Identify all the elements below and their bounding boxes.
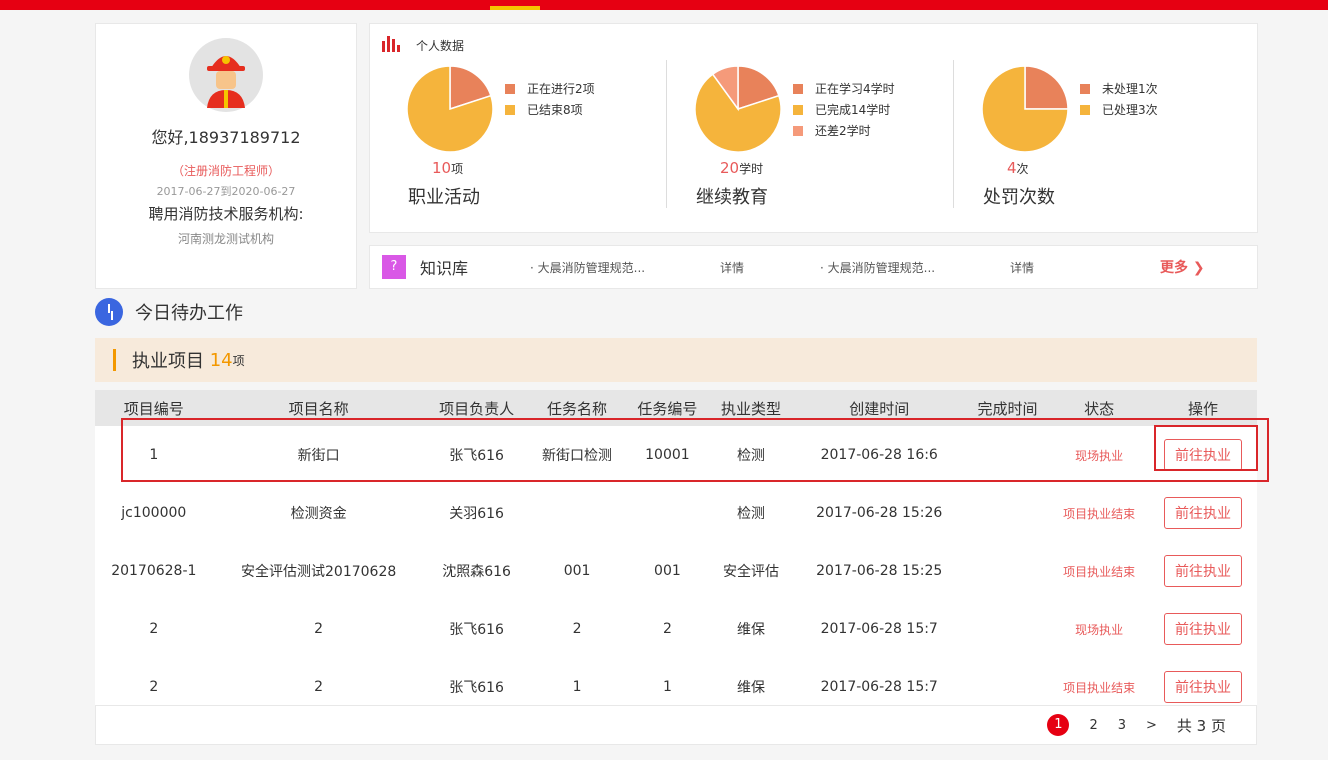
kb-detail-link[interactable]: 详情 <box>1010 259 1160 276</box>
table-cell: jc100000 <box>121 505 187 521</box>
go-practice-button[interactable]: 前往执业 <box>1164 671 1243 703</box>
table-cell: 2 <box>662 621 672 637</box>
table-cell <box>966 484 1050 542</box>
table-cell: 安全评估 <box>723 564 779 580</box>
page-2[interactable]: 2 <box>1089 718 1097 733</box>
page-total: 共 3 页 <box>1176 716 1226 735</box>
stat-total: 20学时 <box>720 159 764 177</box>
pie-chart <box>981 65 1069 153</box>
stat-label: 处罚次数 <box>983 187 1055 208</box>
table-cell: 沈照森616 <box>442 564 511 580</box>
question-icon: ? <box>382 255 406 279</box>
org-label: 聘用消防技术服务机构: <box>148 205 304 223</box>
knowledge-base-bar: ? 知识库 · 大晨消防管理规范... 详情 · 大晨消防管理规范... 详情 … <box>369 245 1258 289</box>
table-row: jc100000 检测资金 关羽616 检测 2017-06-28 15:26 项目执业结… <box>95 484 1257 542</box>
stat-label: 职业活动 <box>408 187 480 208</box>
go-practice-button[interactable]: 前往执业 <box>1164 613 1243 645</box>
legend-item: 已完成14学时 <box>793 100 895 121</box>
project-unit: 项 <box>232 353 245 368</box>
stat-label: 继续教育 <box>696 187 768 208</box>
legend-item: 已结束8项 <box>505 100 595 121</box>
legend-item: 正在进行2项 <box>505 79 595 100</box>
table-cell: 2017-06-28 15:25 <box>816 563 943 579</box>
legend-item: 已处理3次 <box>1080 100 1158 121</box>
table-cell: 检测资金 <box>290 506 347 522</box>
active-nav-indicator <box>490 6 540 10</box>
table-cell: 2017-06-28 15:26 <box>816 505 943 521</box>
todo-title: 今日待办工作 <box>135 303 243 324</box>
go-practice-button[interactable]: 前往执业 <box>1164 497 1243 529</box>
stat-total: 10项 <box>432 159 464 177</box>
pagination: 1 2 3 > 共 3 页 <box>95 705 1257 745</box>
status-text: 项目执业结束 <box>1063 564 1136 579</box>
alarm-clock-icon <box>95 298 123 326</box>
table-row: 20170628-1 安全评估测试20170628 沈照森616 001 001 安全评估… <box>95 542 1257 600</box>
validity-period: 2017-06-27到2020-06-27 <box>156 185 296 198</box>
table-cell: 001 <box>654 563 681 579</box>
kb-detail-link[interactable]: 详情 <box>720 259 820 276</box>
personal-stats-card: 个人数据 正在进行2项 已结束8项 10项 职业活动 正在学习4学时 已完成14学时… <box>369 23 1258 233</box>
table-cell: 维保 <box>737 622 765 638</box>
highlight-button-frame <box>1154 425 1258 471</box>
status-text: 现场执业 <box>1075 622 1124 637</box>
status-text: 项目执业结束 <box>1063 506 1136 521</box>
table-cell <box>966 542 1050 600</box>
project-section-header: 执业项目 14 项 <box>95 338 1257 382</box>
table-cell: 20170628-1 <box>111 563 197 579</box>
table-cell: 张飞616 <box>449 622 504 638</box>
table-cell: 2 <box>572 621 582 637</box>
top-bar <box>0 0 1328 10</box>
highlight-row-frame <box>121 418 1269 482</box>
stat-section: 未处理1次 已处理3次 4次 处罚次数 <box>945 59 1225 234</box>
org-name: 河南测龙测试机构 <box>177 232 274 246</box>
pie-chart <box>406 65 494 153</box>
table-cell: 检测 <box>737 506 765 522</box>
table-cell: 2 <box>149 621 159 637</box>
todo-header: 今日待办工作 <box>95 298 243 326</box>
more-link[interactable]: 更多 ❯ <box>1160 257 1205 277</box>
table-cell: 001 <box>563 563 591 579</box>
stat-section: 正在进行2项 已结束8项 10项 职业活动 <box>370 59 650 234</box>
legend-item: 还差2学时 <box>793 121 895 142</box>
table-cell: 安全评估测试20170628 <box>241 564 397 580</box>
stat-section: 正在学习4学时 已完成14学时 还差2学时 20学时 继续教育 <box>658 59 938 234</box>
greeting: 您好,18937189712 <box>151 128 301 147</box>
kb-article-link[interactable]: · 大晨消防管理规范... <box>530 259 720 276</box>
project-title: 执业项目 <box>132 351 204 372</box>
stat-total: 4次 <box>1007 159 1029 177</box>
table-cell: 2017-06-28 15:7 <box>820 621 938 637</box>
go-practice-button[interactable]: 前往执业 <box>1164 555 1243 587</box>
kb-title: 知识库 <box>420 259 469 278</box>
accent-bar <box>113 349 116 371</box>
table-cell: 关羽616 <box>449 506 504 522</box>
table-cell <box>966 600 1050 658</box>
avatar <box>189 38 263 112</box>
table-cell <box>529 484 626 542</box>
kb-article-link[interactable]: · 大晨消防管理规范... <box>820 259 1010 276</box>
legend-item: 未处理1次 <box>1080 79 1158 100</box>
project-count: 14 <box>209 349 233 371</box>
page-3[interactable]: 3 <box>1118 718 1126 733</box>
certificate-type: （注册消防工程师） <box>171 164 280 178</box>
table-cell: 2 <box>314 621 324 637</box>
table-cell <box>626 484 710 542</box>
pie-slice <box>1024 65 1069 110</box>
bar-chart-icon <box>382 36 406 55</box>
legend-item: 正在学习4学时 <box>793 79 895 100</box>
page-1[interactable]: 1 <box>1047 714 1070 736</box>
profile-card: 您好,18937189712 （注册消防工程师） 2017-06-27到2020… <box>95 23 357 289</box>
stats-title: 个人数据 <box>416 39 465 53</box>
next-page[interactable]: > <box>1146 718 1157 733</box>
pie-chart <box>694 65 782 153</box>
table-row: 2 2 张飞616 2 2 维保 2017-06-28 15:7 现场执业 前往执业 <box>95 600 1257 658</box>
